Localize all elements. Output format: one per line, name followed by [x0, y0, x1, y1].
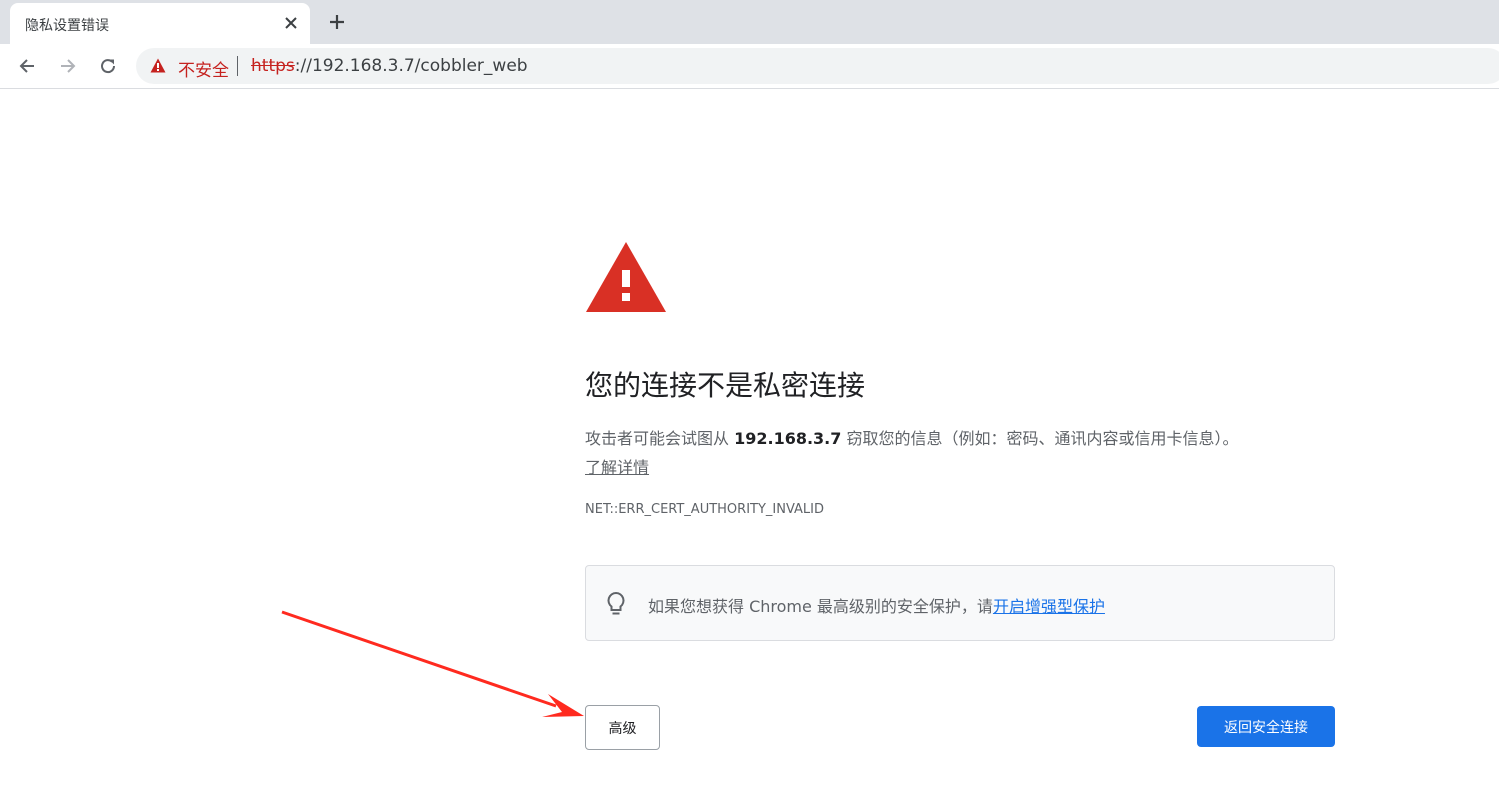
omnibox-divider — [237, 56, 238, 76]
warning-triangle-icon — [584, 240, 668, 318]
tab-title: 隐私设置错误 — [25, 18, 109, 34]
enhanced-protection-text: 如果您想获得 Chrome 最高级别的安全保护，请开启增强型保护 — [648, 593, 1105, 617]
back-to-safety-button[interactable]: 返回安全连接 — [1197, 706, 1335, 747]
enhanced-text-body: 如果您想获得 Chrome 最高级别的安全保护，请 — [648, 597, 993, 616]
description: 攻击者可能会试图从 192.168.3.7 窃取您的信息（例如：密码、通讯内容或… — [585, 424, 1345, 482]
enhanced-protection-link[interactable]: 开启增强型保护 — [993, 597, 1105, 616]
tab-strip: 隐私设置错误 — [0, 0, 1499, 44]
url-host-path: ://192.168.3.7/cobbler_web — [294, 56, 528, 76]
url-scheme: https — [251, 56, 295, 76]
page-title: 您的连接不是私密连接 — [585, 369, 866, 402]
arrow-right-icon[interactable] — [53, 51, 83, 81]
not-secure-label[interactable]: 不安全 — [178, 56, 229, 81]
browser-tab[interactable]: 隐私设置错误 — [10, 3, 310, 44]
lightbulb-icon — [606, 591, 626, 621]
advanced-button[interactable]: 高级 — [585, 705, 660, 750]
browser-toolbar: 不安全 https://192.168.3.7/cobbler_web — [0, 44, 1499, 89]
host-name: 192.168.3.7 — [734, 429, 842, 448]
warning-icon[interactable] — [150, 58, 166, 77]
description-prefix: 攻击者可能会试图从 — [585, 429, 735, 448]
reload-icon[interactable] — [93, 51, 123, 81]
description-suffix: 窃取您的信息（例如：密码、通讯内容或信用卡信息）。 — [841, 429, 1239, 448]
enhanced-protection-banner: 如果您想获得 Chrome 最高级别的安全保护，请开启增强型保护 — [585, 565, 1335, 641]
arrow-left-icon[interactable] — [12, 51, 42, 81]
plus-icon[interactable] — [322, 7, 352, 37]
error-code: NET::ERR_CERT_AUTHORITY_INVALID — [585, 502, 825, 517]
url-text[interactable]: https://192.168.3.7/cobbler_web — [251, 56, 528, 76]
learn-more-link[interactable]: 了解详情 — [585, 458, 649, 477]
address-bar[interactable]: 不安全 https://192.168.3.7/cobbler_web — [136, 48, 1499, 84]
close-icon[interactable] — [278, 10, 304, 36]
